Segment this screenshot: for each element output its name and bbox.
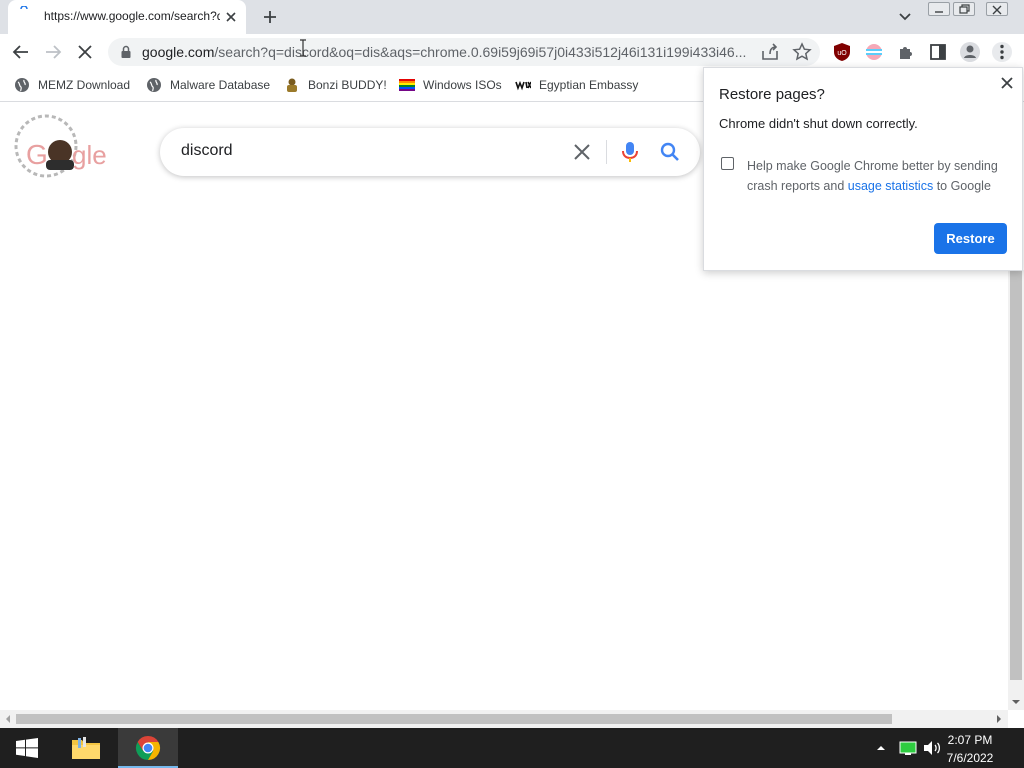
volume-icon[interactable] xyxy=(922,740,942,756)
svg-text:gle: gle xyxy=(72,140,107,170)
clock-date[interactable]: 7/6/2022 xyxy=(940,751,1000,765)
network-icon[interactable] xyxy=(899,740,917,756)
minimize-button[interactable] xyxy=(928,2,950,16)
bookmark-windows-isos[interactable]: Windows ISOs xyxy=(399,76,502,94)
lock-icon[interactable] xyxy=(120,45,132,59)
url-host: google.com xyxy=(142,44,215,60)
close-window-button[interactable] xyxy=(986,2,1008,16)
horizontal-scrollbar-thumb[interactable] xyxy=(16,714,892,724)
scroll-down-arrow-icon[interactable] xyxy=(1010,697,1022,707)
wix-icon xyxy=(515,80,531,91)
bookmark-egyptian-embassy[interactable]: Egyptian Embassy xyxy=(515,76,638,94)
svg-text:G: G xyxy=(26,139,48,170)
menu-kebab-icon[interactable] xyxy=(991,41,1013,63)
rainbow-flag-icon xyxy=(399,79,415,91)
crash-report-label: Help make Google Chrome better by sendin… xyxy=(747,156,1009,196)
new-tab-icon[interactable] xyxy=(260,7,280,27)
side-panel-icon[interactable] xyxy=(927,41,949,63)
show-hidden-icons-icon[interactable] xyxy=(876,744,886,752)
bookmark-malware-database[interactable]: Malware Database xyxy=(146,76,270,94)
tab-title: https://www.google.com/search?q=discord xyxy=(44,9,220,23)
search-icon[interactable] xyxy=(659,141,681,163)
chrome-icon xyxy=(135,736,161,760)
bookmark-star-icon[interactable] xyxy=(791,41,813,63)
bonzi-gorilla-icon xyxy=(287,78,297,92)
bookmark-label: MEMZ Download xyxy=(38,78,131,92)
dialog-message: Chrome didn't shut down correctly. xyxy=(719,116,918,131)
back-arrow-icon[interactable] xyxy=(10,41,32,63)
dialog-close-icon[interactable] xyxy=(998,74,1016,92)
url-text[interactable]: google.com/search?q=discord&oq=dis&aqs=c… xyxy=(142,44,750,60)
microphone-icon[interactable] xyxy=(619,140,641,164)
bookmark-label: Windows ISOs xyxy=(423,78,502,92)
google-doodle-logo-icon[interactable]: G gle xyxy=(8,110,116,186)
text-cursor-icon xyxy=(300,39,306,57)
url-path: /search?q=discord&oq=dis&aqs=chrome.0.69… xyxy=(214,44,747,60)
bookmark-bonzi-buddy[interactable]: Bonzi BUDDY! xyxy=(284,76,387,94)
bookmark-label: Malware Database xyxy=(170,78,271,92)
crash-report-checkbox[interactable] xyxy=(721,157,734,170)
clock-time[interactable]: 2:07 PM xyxy=(940,733,1000,747)
extension-flag-icon[interactable] xyxy=(863,41,885,63)
chrome-taskbar-button[interactable] xyxy=(118,728,178,768)
ublock-origin-icon[interactable]: uO xyxy=(831,41,853,63)
windows-start-icon[interactable] xyxy=(16,738,38,758)
restore-button[interactable]: Restore xyxy=(934,223,1007,254)
share-icon[interactable] xyxy=(759,41,781,63)
tab-search-chevron-icon[interactable] xyxy=(896,8,914,26)
restore-window-button[interactable] xyxy=(953,2,975,16)
bookmark-label: Bonzi BUDDY! xyxy=(308,78,387,92)
scroll-right-arrow-icon[interactable] xyxy=(994,713,1004,725)
extensions-puzzle-icon[interactable] xyxy=(895,41,917,63)
bookmark-memz-download[interactable]: MEMZ Download xyxy=(14,76,130,94)
globe-icon xyxy=(147,78,161,92)
clear-search-icon[interactable] xyxy=(571,141,593,163)
globe-icon xyxy=(15,78,29,92)
vertical-scrollbar-thumb[interactable] xyxy=(1010,270,1022,680)
search-query-text[interactable]: discord xyxy=(181,142,233,160)
search-box-divider xyxy=(606,140,607,164)
help-text-suffix: to Google xyxy=(933,179,991,193)
stop-loading-icon[interactable] xyxy=(74,41,96,63)
tab-close-icon[interactable] xyxy=(222,8,240,26)
svg-text:uO: uO xyxy=(837,50,847,57)
file-explorer-icon[interactable] xyxy=(70,734,102,762)
scroll-left-arrow-icon[interactable] xyxy=(3,713,13,725)
profile-avatar-icon[interactable] xyxy=(959,41,981,63)
usage-statistics-link[interactable]: usage statistics xyxy=(848,179,933,193)
forward-arrow-icon[interactable] xyxy=(42,41,64,63)
dialog-title: Restore pages? xyxy=(719,86,825,103)
bookmark-label: Egyptian Embassy xyxy=(539,78,639,92)
loading-favicon-icon xyxy=(20,6,28,10)
